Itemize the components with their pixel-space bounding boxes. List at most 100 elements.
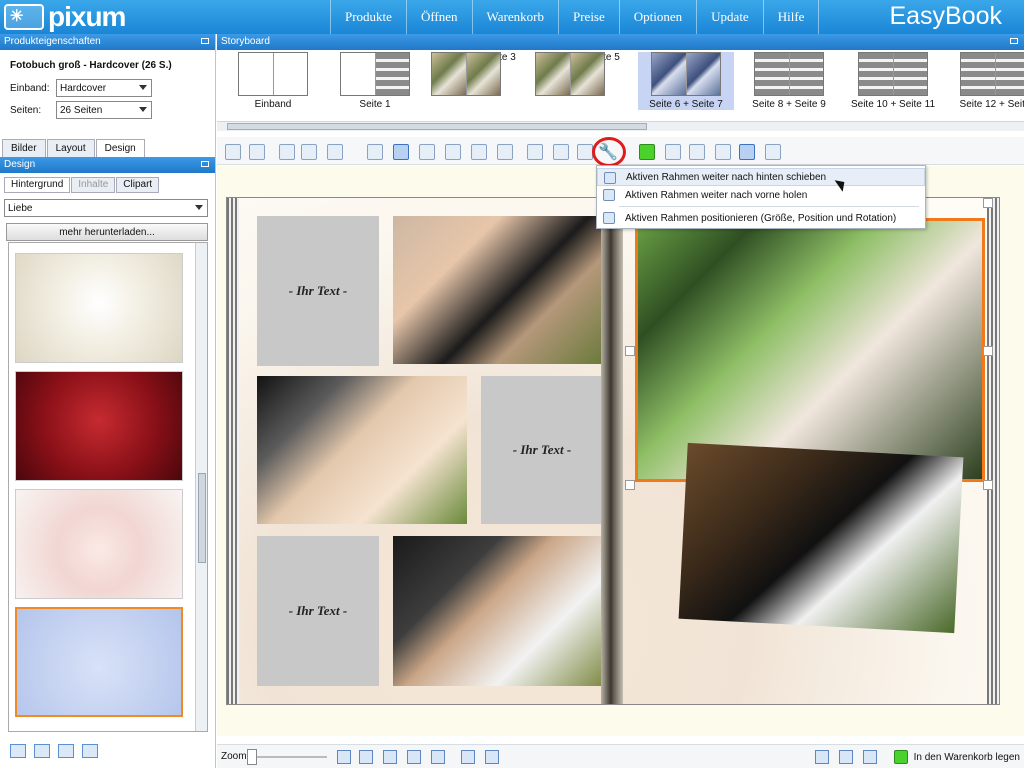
product-name: Fotobuch groß - Hardcover (26 S.): [10, 60, 172, 71]
menu-item-position-frame[interactable]: Aktiven Rahmen positionieren (Größe, Pos…: [597, 209, 925, 227]
resize-handle[interactable]: [983, 346, 993, 356]
minimize-icon[interactable]: [201, 161, 209, 167]
background-thumbnails: [8, 242, 208, 732]
tab-design[interactable]: Design: [95, 139, 145, 157]
grid-icon[interactable]: [393, 144, 409, 160]
first-page-icon[interactable]: [337, 750, 351, 764]
last-page-icon[interactable]: [431, 750, 445, 764]
page-layout-icon[interactable]: [10, 744, 26, 758]
undo-icon[interactable]: [279, 144, 295, 160]
nav-item-warenkorb[interactable]: Warenkorb: [471, 0, 558, 34]
easybook-brand: EasyBook: [889, 2, 1002, 30]
resize-handle[interactable]: [625, 346, 635, 356]
fit-icon[interactable]: [715, 144, 731, 160]
photo-frame[interactable]: [678, 442, 964, 634]
send-backward-icon: [604, 172, 616, 184]
table-icon[interactable]: [471, 144, 487, 160]
zoom-slider-knob[interactable]: [247, 749, 257, 765]
menu-item-send-backward[interactable]: Aktiven Rahmen weiter nach hinten schieb…: [597, 168, 925, 186]
add-to-cart-button[interactable]: In den Warenkorb legen: [893, 748, 1020, 766]
pages-icon[interactable]: [497, 144, 513, 160]
nav-item-produkte[interactable]: Produkte: [330, 0, 406, 34]
page-layout-icon[interactable]: [58, 744, 74, 758]
storyboard-item-seite-4-5[interactable]: Seite 4 + Seite 5: [535, 52, 631, 96]
align-right-icon[interactable]: [553, 144, 569, 160]
layout-icon[interactable]: [419, 144, 435, 160]
einband-select[interactable]: Hardcover: [56, 79, 152, 97]
align-left-icon[interactable]: [527, 144, 543, 160]
text-frame[interactable]: - Ihr Text -: [481, 376, 603, 524]
preview-icon[interactable]: [739, 144, 755, 160]
logo-text: pixum: [48, 1, 126, 32]
save-icon[interactable]: [815, 750, 829, 764]
redo-icon[interactable]: [301, 144, 317, 160]
photo-frame[interactable]: [393, 536, 603, 686]
seiten-select[interactable]: 26 Seiten: [56, 101, 152, 119]
nav-item-oeffnen[interactable]: Öffnen: [405, 0, 472, 34]
export-icon[interactable]: [765, 144, 781, 160]
resize-handle[interactable]: [983, 198, 993, 208]
nav-item-optionen[interactable]: Optionen: [618, 0, 696, 34]
previous-page-icon[interactable]: [359, 750, 373, 764]
thumbnails-scrollbar[interactable]: [195, 243, 207, 731]
storyboard-item-seite-1[interactable]: Seite 1: [327, 52, 423, 110]
menu-item-bring-forward[interactable]: Aktiven Rahmen weiter nach vorne holen: [597, 186, 925, 204]
zoom-slider[interactable]: [251, 756, 327, 758]
background-thumb[interactable]: [15, 253, 183, 363]
globe-icon[interactable]: [367, 144, 383, 160]
storyboard-item-seite-6-7[interactable]: Seite 6 + Seite 7: [638, 52, 734, 110]
text-frame[interactable]: - Ihr Text -: [257, 216, 379, 366]
settings-icon[interactable]: [327, 144, 343, 160]
minimize-icon[interactable]: [201, 38, 209, 44]
thumbnails-scroll-thumb[interactable]: [198, 473, 206, 563]
menu-separator: [619, 206, 919, 207]
picture-frame-icon[interactable]: [225, 144, 241, 160]
zoom-out-icon[interactable]: [665, 144, 681, 160]
tags-icon[interactable]: [863, 750, 877, 764]
photo-frame[interactable]: [393, 216, 603, 364]
next-page-icon[interactable]: [407, 750, 421, 764]
storyboard-item-seite-2-3[interactable]: Seite 2 + Seite 3: [431, 52, 527, 96]
page-view-icon[interactable]: [383, 750, 397, 764]
left-panel: Produkteigenschaften Fotobuch groß - Har…: [0, 34, 216, 768]
remove-page-icon[interactable]: [485, 750, 499, 764]
book-spine: [601, 198, 623, 704]
save-as-icon[interactable]: [839, 750, 853, 764]
photo-frame[interactable]: [257, 376, 467, 524]
theme-select[interactable]: Liebe: [4, 199, 208, 217]
copy-icon[interactable]: [445, 144, 461, 160]
nav-item-preise[interactable]: Preise: [557, 0, 619, 34]
tab-bilder[interactable]: Bilder: [2, 139, 46, 157]
page-layout-icon[interactable]: [34, 744, 50, 758]
pixum-logo[interactable]: pixum: [4, 1, 126, 32]
storyboard-scrollbar[interactable]: [217, 121, 1024, 131]
nav-item-hilfe[interactable]: Hilfe: [762, 0, 820, 34]
minimize-icon[interactable]: [1010, 38, 1018, 44]
background-thumb-selected[interactable]: [15, 607, 183, 717]
subtab-inhalte[interactable]: Inhalte: [71, 177, 116, 193]
text-frame-icon[interactable]: [249, 144, 265, 160]
storyboard-thumb: [431, 52, 501, 96]
storyboard-label: Seite 1: [359, 99, 391, 110]
download-more-button[interactable]: mehr herunterladen...: [6, 223, 208, 241]
left-tabs: Bilder Layout Design: [2, 139, 215, 157]
zoom-in-icon[interactable]: [689, 144, 705, 160]
storyboard-scroll-thumb[interactable]: [227, 123, 647, 130]
document-icon[interactable]: [82, 744, 98, 758]
smiley-icon[interactable]: [639, 144, 655, 160]
resize-handle[interactable]: [625, 480, 635, 490]
storyboard-item-seite-10-11[interactable]: Seite 10 + Seite 11: [845, 52, 941, 110]
nav-item-update[interactable]: Update: [696, 0, 763, 34]
tab-layout[interactable]: Layout: [46, 139, 95, 157]
arrange-icon[interactable]: [577, 144, 593, 160]
background-thumb[interactable]: [15, 371, 183, 481]
text-frame[interactable]: - Ihr Text -: [257, 536, 379, 686]
storyboard-item-einband[interactable]: Einband: [225, 52, 321, 110]
resize-handle[interactable]: [983, 480, 993, 490]
subtab-clipart[interactable]: Clipart: [116, 177, 160, 193]
storyboard-item-seite-12[interactable]: Seite 12 + Seite: [947, 52, 1024, 110]
subtab-hintergrund[interactable]: Hintergrund: [4, 177, 71, 193]
add-page-icon[interactable]: [461, 750, 475, 764]
background-thumb[interactable]: [15, 489, 183, 599]
storyboard-item-seite-8-9[interactable]: Seite 8 + Seite 9: [741, 52, 837, 110]
